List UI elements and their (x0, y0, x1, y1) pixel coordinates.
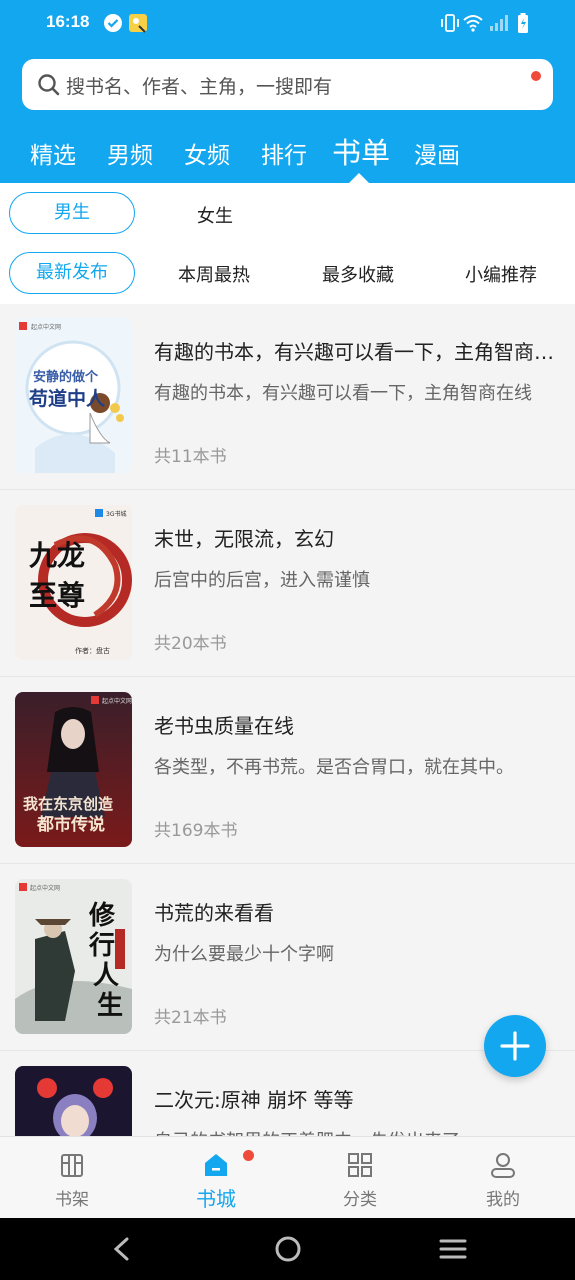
battery-charging-icon (518, 13, 528, 33)
vibrate-icon (441, 14, 459, 32)
svg-text:苟道中人: 苟道中人 (28, 387, 106, 410)
search-badge-dot (531, 71, 541, 81)
booklist-description: 后宫中的后宫，进入需谨慎 (154, 570, 370, 591)
filter-female-button[interactable]: 女生 (197, 202, 233, 228)
booklist-item[interactable]: 3G书城 九龙 至尊 作者：盘古 末世，无限流，玄幻 后宫中的后宫，进入需谨慎 … (0, 491, 575, 677)
svg-text:都市传说: 都市传说 (36, 814, 105, 835)
plus-icon (500, 1031, 530, 1061)
search-placeholder: 搜书名、作者、主角，一搜即有 (66, 76, 333, 98)
sort-weekly-hot-button[interactable]: 本周最热 (178, 261, 250, 287)
tab-male[interactable]: 男频 (107, 136, 153, 170)
svg-text:行: 行 (88, 930, 115, 961)
category-icon (348, 1153, 372, 1177)
filter-panel: 男生 女生 最新发布 本周最热 最多收藏 小编推荐 (0, 183, 575, 304)
booklist-count: 共20本书 (154, 634, 227, 654)
nav-profile[interactable]: 我的 (431, 1137, 575, 1219)
booklist-cover: 起点中文网 修 行 人 生 (15, 879, 132, 1034)
booklist-item[interactable]: 二次元:原神 崩坏 等等 自己的书架里的正着肥中，先发出来了 (0, 1052, 575, 1136)
booklist-description: 为什么要最少十个字啊 (154, 944, 334, 965)
booklist-item[interactable]: 起点中文网 我在东京创造 都市传说 老书虫质量在线 各类型，不再书荒。是否合胃口… (0, 678, 575, 864)
app-notification-icon (129, 14, 147, 33)
store-badge-dot (243, 1150, 254, 1161)
app-header: 16:18 搜书名、作者、主角，一搜即有 精选 男频 女频 排行 书单 漫画 (0, 0, 575, 183)
profile-icon (491, 1153, 515, 1178)
svg-text:起点中文网: 起点中文网 (30, 884, 60, 892)
nav-category[interactable]: 分类 (288, 1137, 432, 1219)
booklist-item[interactable]: 起点中文网 修 行 人 生 书荒的来看看 为什么要最少十个字啊 共21本书 (0, 865, 575, 1051)
svg-text:3G书城: 3G书城 (106, 510, 126, 518)
nav-bookshelf-label: 书架 (55, 1190, 89, 1210)
booklist-cover (15, 1066, 132, 1136)
nav-bookshelf[interactable]: 书架 (0, 1137, 144, 1219)
sort-editor-picks-button[interactable]: 小编推荐 (465, 261, 537, 287)
booklist-description: 各类型，不再书荒。是否合胃口，就在其中。 (154, 757, 514, 778)
svg-text:起点中文网: 起点中文网 (31, 323, 61, 331)
channel-tabs: 精选 男频 女频 排行 书单 漫画 (0, 126, 575, 178)
svg-text:我在东京创造: 我在东京创造 (23, 795, 113, 813)
booklist-title: 书荒的来看看 (154, 901, 274, 925)
nav-store-label: 书城 (196, 1187, 236, 1211)
booklist-item[interactable]: 起点中文网 安静的做个 苟道中人 有趣的书本，有兴趣可以看一下，主角智商在线 有… (0, 304, 575, 490)
home-icon[interactable] (274, 1235, 302, 1263)
booklist-count: 共11本书 (154, 447, 227, 467)
active-tab-indicator (349, 173, 369, 183)
tab-ranking[interactable]: 排行 (261, 136, 307, 170)
store-icon (205, 1154, 227, 1176)
wifi-icon (463, 15, 483, 32)
booklist-cover: 3G书城 九龙 至尊 作者：盘古 (15, 505, 132, 660)
booklist-title: 二次元:原神 崩坏 等等 (154, 1088, 354, 1112)
svg-text:作者：盘古: 作者：盘古 (75, 646, 110, 655)
booklist-description: 自己的书架里的正着肥中，先发出来了 (154, 1127, 559, 1136)
tab-booklist[interactable]: 书单 (332, 130, 390, 172)
booklist-list: 起点中文网 安静的做个 苟道中人 有趣的书本，有兴趣可以看一下，主角智商在线 有… (0, 304, 575, 1136)
cover-title-text: 安静的做个 (33, 369, 99, 385)
svg-text:至尊: 至尊 (29, 579, 85, 612)
tab-female[interactable]: 女频 (184, 136, 230, 170)
booklist-cover: 起点中文网 我在东京创造 都市传说 (15, 692, 132, 847)
create-booklist-button[interactable] (484, 1015, 546, 1077)
status-time: 16:18 (46, 12, 90, 31)
booklist-title: 末世，无限流，玄幻 (154, 527, 334, 551)
sort-most-saved-button[interactable]: 最多收藏 (322, 261, 394, 287)
search-bar[interactable]: 搜书名、作者、主角，一搜即有 (22, 59, 553, 110)
nav-profile-label: 我的 (486, 1190, 520, 1210)
signal-icon (490, 15, 508, 31)
tab-comics[interactable]: 漫画 (414, 136, 460, 170)
svg-text:生: 生 (97, 991, 123, 1021)
bookshelf-icon (61, 1154, 83, 1177)
booklist-title: 有趣的书本，有兴趣可以看一下，主角智商在线 (154, 340, 554, 364)
nav-category-label: 分类 (343, 1190, 377, 1210)
booklist-count: 共169本书 (154, 821, 238, 841)
system-navigation-bar (0, 1218, 575, 1280)
svg-text:修: 修 (88, 900, 116, 931)
nav-store[interactable]: 书城 (144, 1137, 288, 1219)
search-icon (38, 74, 60, 96)
filter-male-button[interactable]: 男生 (9, 192, 135, 234)
recents-menu-icon[interactable] (439, 1237, 467, 1261)
svg-text:起点中文网: 起点中文网 (102, 697, 132, 705)
status-bar: 16:18 (0, 0, 575, 48)
booklist-description: 有趣的书本，有兴趣可以看一下，主角智商在线 (154, 383, 532, 404)
sort-latest-button[interactable]: 最新发布 (9, 252, 135, 294)
bottom-navigation: 书架 书城 分类 我的 (0, 1136, 575, 1218)
tab-featured[interactable]: 精选 (30, 136, 76, 170)
booklist-title: 老书虫质量在线 (154, 714, 294, 738)
booklist-cover: 起点中文网 安静的做个 苟道中人 (15, 318, 132, 473)
check-badge-icon (104, 14, 122, 32)
svg-text:九龙: 九龙 (29, 539, 85, 572)
booklist-count: 共21本书 (154, 1008, 227, 1028)
back-icon[interactable] (110, 1236, 134, 1262)
